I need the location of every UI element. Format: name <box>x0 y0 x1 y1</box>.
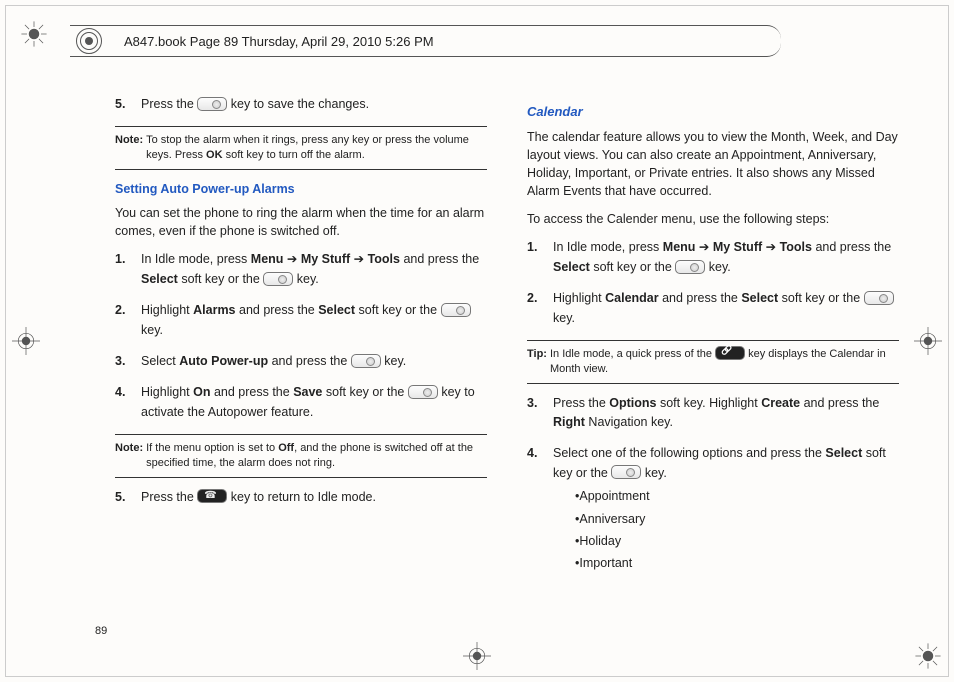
step-3: 3. Select Auto Power-up and press the ke… <box>115 352 487 371</box>
step-2: 2. Highlight Alarms and press the Select… <box>115 301 487 340</box>
ok-key-icon <box>441 303 471 317</box>
ok-key-icon <box>351 354 381 368</box>
crop-mark-sun-top-left <box>20 20 48 48</box>
step-4: 4. Highlight On and press the Save soft … <box>115 383 487 422</box>
calendar-intro-1: The calendar feature allows you to view … <box>527 128 899 201</box>
intro-auto-powerup: You can set the phone to ring the alarm … <box>115 204 487 240</box>
bullet-holiday: Holiday <box>575 532 899 551</box>
tip-quick-calendar: Tip: In Idle mode, a quick press of the … <box>527 340 899 384</box>
header-framemaker-icon <box>76 28 102 54</box>
cal-step-4: 4. Select one of the following options a… <box>527 444 899 576</box>
cal-step-1: 1. In Idle mode, press Menu ➔ My Stuff ➔… <box>527 238 899 277</box>
ok-key-icon <box>675 260 705 274</box>
registration-mark-bottom <box>463 642 491 670</box>
registration-mark-right <box>914 327 942 355</box>
bullet-important: Important <box>575 554 899 573</box>
left-column: 5. Press the key to save the changes. No… <box>115 95 487 622</box>
ok-key-icon <box>611 465 641 479</box>
step-1: 1. In Idle mode, press Menu ➔ My Stuff ➔… <box>115 250 487 289</box>
note-off-no-ring: Note: If the menu option is set to Off, … <box>115 434 487 478</box>
heading-calendar: Calendar <box>527 103 899 122</box>
crop-mark-sun-bottom-right <box>914 642 942 670</box>
page-number: 89 <box>95 625 107 637</box>
bullet-anniversary: Anniversary <box>575 510 899 529</box>
options-bullets: Appointment Anniversary Holiday Importan… <box>575 487 899 574</box>
ok-key-icon <box>864 291 894 305</box>
ok-key-icon <box>263 272 293 286</box>
ok-key-icon <box>197 97 227 111</box>
cal-step-2: 2. Highlight Calendar and press the Sele… <box>527 289 899 328</box>
step-5-save: 5. Press the key to save the changes. <box>115 95 487 114</box>
bullet-appointment: Appointment <box>575 487 899 506</box>
header-text: A847.book Page 89 Thursday, April 29, 20… <box>124 27 434 57</box>
note-stop-alarm: Note: To stop the alarm when it rings, p… <box>115 126 487 170</box>
page-header: A847.book Page 89 Thursday, April 29, 20… <box>70 25 884 55</box>
right-column: Calendar The calendar feature allows you… <box>527 95 899 622</box>
registration-mark-left <box>12 327 40 355</box>
link-key-icon <box>715 346 745 360</box>
step-5-return: 5. Press the key to return to Idle mode. <box>115 488 487 507</box>
end-key-icon <box>197 489 227 503</box>
calendar-intro-2: To access the Calender menu, use the fol… <box>527 210 899 228</box>
ok-key-icon <box>408 385 438 399</box>
heading-auto-powerup: Setting Auto Power-up Alarms <box>115 180 487 198</box>
page-body: 5. Press the key to save the changes. No… <box>115 95 899 622</box>
cal-step-3: 3. Press the Options soft key. Highlight… <box>527 394 899 433</box>
